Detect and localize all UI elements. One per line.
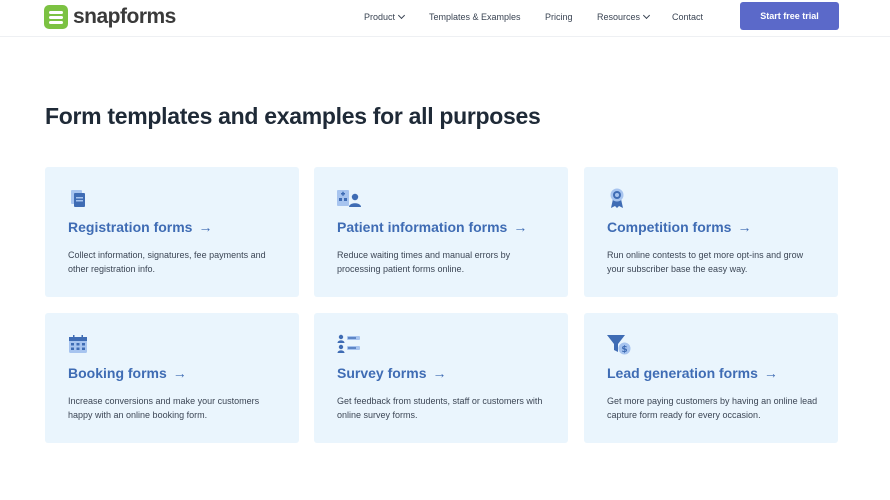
start-free-trial-button[interactable]: Start free trial bbox=[740, 2, 839, 30]
document-copy-icon bbox=[67, 187, 89, 209]
award-ribbon-icon bbox=[606, 187, 628, 209]
nav-item-templates-label: Templates & Examples bbox=[429, 12, 521, 22]
chevron-down-icon bbox=[642, 11, 651, 20]
card-description: Get feedback from students, staff or cus… bbox=[337, 396, 543, 420]
card-lead-generation-forms[interactable]: $ Lead generation forms → Get more paying… bbox=[584, 313, 838, 443]
nav-item-contact-label: Contact bbox=[672, 12, 704, 22]
card-description: Collect information, signatures, fee pay… bbox=[68, 250, 266, 274]
card-title[interactable]: Patient information forms → bbox=[337, 219, 527, 235]
logo-text: snapforms bbox=[73, 5, 176, 28]
survey-list-icon bbox=[336, 333, 360, 355]
card-title-text: Patient information forms bbox=[337, 219, 508, 235]
card-description: Increase conversions and make your custo… bbox=[68, 396, 260, 420]
logo-mark-icon bbox=[44, 5, 68, 29]
nav-item-pricing[interactable]: Pricing bbox=[545, 12, 573, 22]
chevron-down-icon bbox=[397, 11, 406, 20]
top-navigation: snapforms Product Templates & Examples P… bbox=[0, 0, 890, 37]
card-survey-forms[interactable]: Survey forms → Get feedback from students… bbox=[314, 313, 568, 443]
card-description: Reduce waiting times and manual errors b… bbox=[337, 250, 511, 274]
card-booking-forms[interactable]: Booking forms → Increase conversions and … bbox=[45, 313, 299, 443]
arrow-right-icon: → bbox=[513, 219, 528, 235]
arrow-right-icon: → bbox=[172, 365, 187, 381]
calendar-icon bbox=[67, 333, 89, 355]
card-patient-information-forms[interactable]: Patient information forms → Reduce waitin… bbox=[314, 167, 568, 297]
card-title[interactable]: Competition forms → bbox=[607, 219, 751, 235]
arrow-right-icon: → bbox=[737, 219, 752, 235]
card-title-text: Booking forms bbox=[68, 365, 167, 381]
arrow-right-icon: → bbox=[763, 365, 778, 381]
nav-item-contact[interactable]: Contact bbox=[672, 12, 703, 22]
card-title[interactable]: Lead generation forms → bbox=[607, 365, 778, 381]
nav-item-product[interactable]: Product bbox=[364, 11, 406, 22]
card-title[interactable]: Booking forms → bbox=[68, 365, 187, 381]
nav-item-resources-label: Resources bbox=[597, 12, 641, 22]
svg-text:$: $ bbox=[621, 345, 627, 355]
hospital-patient-icon bbox=[336, 187, 361, 209]
card-title-text: Registration forms bbox=[68, 219, 193, 235]
arrow-right-icon: → bbox=[198, 219, 213, 235]
card-description: Get more paying customers by having an o… bbox=[607, 396, 818, 420]
card-title-text: Competition forms bbox=[607, 219, 732, 235]
card-registration-forms[interactable]: Registration forms → Collect information,… bbox=[45, 167, 299, 297]
card-title-text: Lead generation forms bbox=[607, 365, 758, 381]
nav-item-product-label: Product bbox=[364, 12, 396, 22]
snapforms-logo[interactable]: snapforms bbox=[44, 4, 176, 30]
card-title[interactable]: Registration forms → bbox=[68, 219, 212, 235]
card-title[interactable]: Survey forms → bbox=[337, 365, 446, 381]
nav-item-resources[interactable]: Resources bbox=[597, 11, 651, 22]
card-competition-forms[interactable]: Competition forms → Run online contests t… bbox=[584, 167, 838, 297]
nav-item-pricing-label: Pricing bbox=[545, 12, 573, 22]
card-title-text: Survey forms bbox=[337, 365, 427, 381]
card-description: Run online contests to get more opt-ins … bbox=[607, 250, 804, 274]
page-title: Form templates and examples for all purp… bbox=[45, 103, 541, 129]
nav-item-templates-examples[interactable]: Templates & Examples bbox=[429, 12, 521, 22]
arrow-right-icon: → bbox=[432, 365, 447, 381]
funnel-dollar-icon: $ bbox=[606, 333, 631, 355]
